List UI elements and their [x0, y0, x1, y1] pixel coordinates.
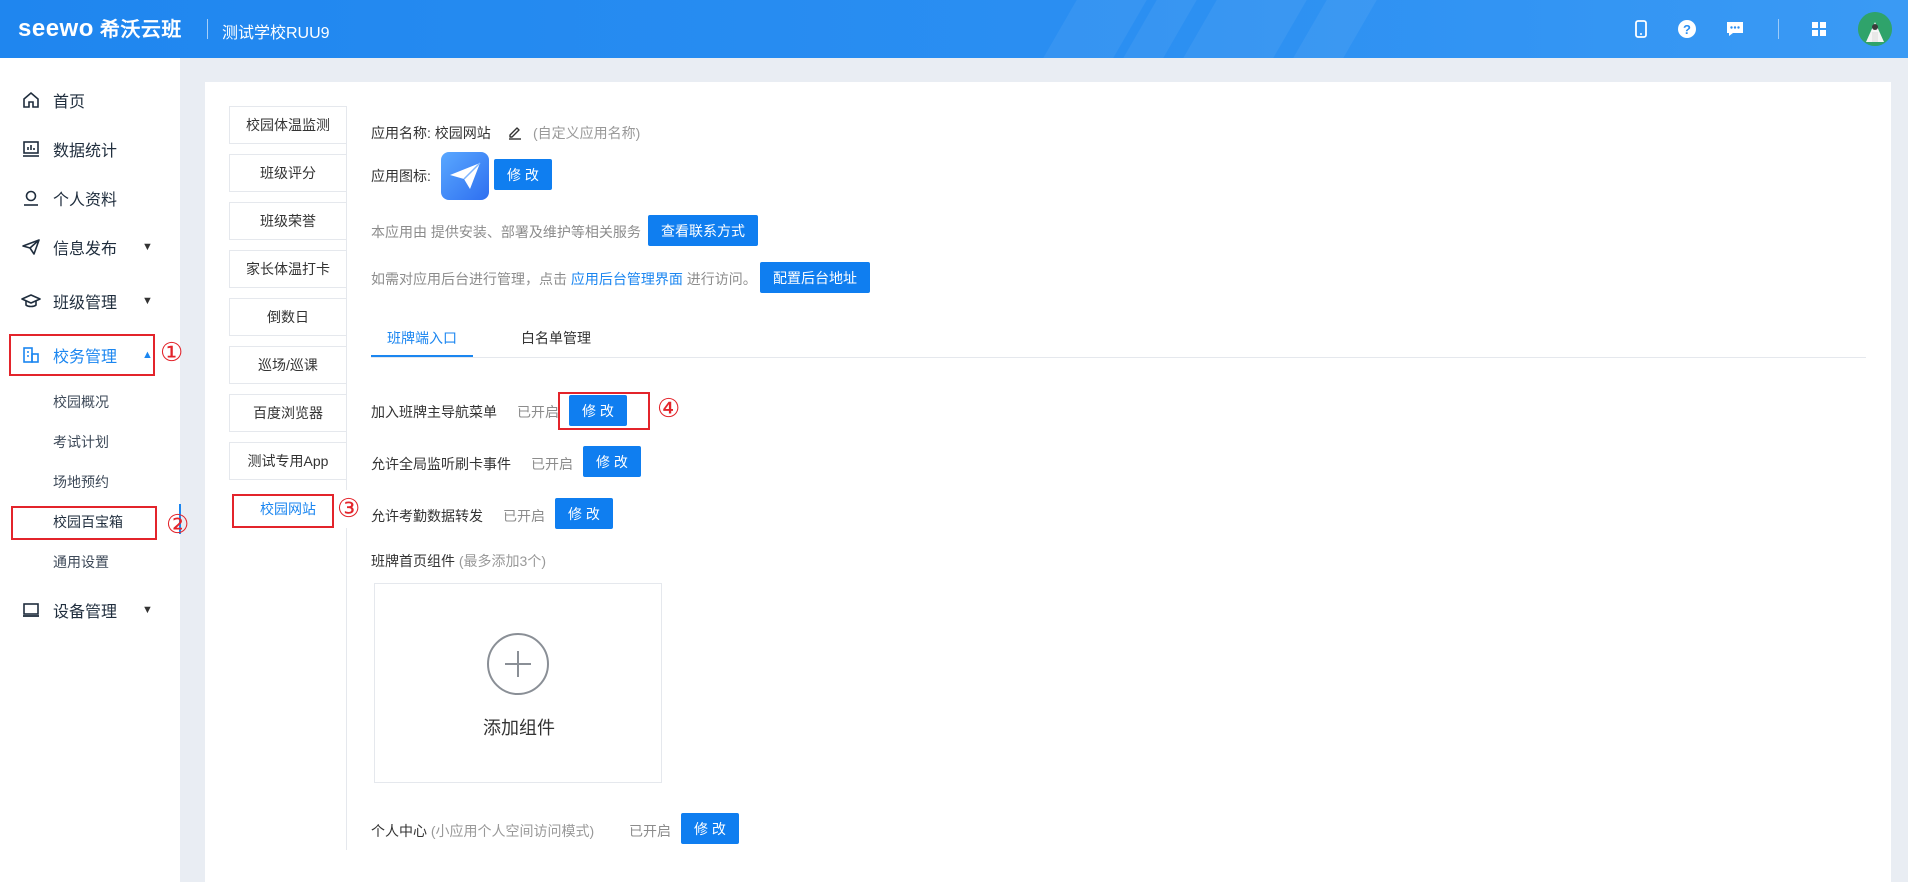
- svg-text:?: ?: [1683, 22, 1691, 37]
- apps-grid-icon[interactable]: [1808, 18, 1830, 40]
- admin-text-prefix: 如需对应用后台进行管理，点击: [371, 271, 567, 287]
- app-name-label: 应用名称:: [371, 125, 431, 141]
- chart-icon: [21, 139, 41, 159]
- components-row: 班牌首页组件 (最多添加3个): [371, 551, 546, 571]
- annotation-number-2: ②: [166, 510, 190, 540]
- app-tab-class-honor[interactable]: 班级荣誉: [229, 202, 347, 240]
- brand-name-cn: 希沃云班: [99, 19, 182, 41]
- sidebar-item-label: 设备管理: [53, 604, 118, 621]
- sidebar-item-publish[interactable]: 信息发布 ▼: [0, 227, 180, 267]
- sidebar-item-label: 个人资料: [53, 192, 118, 209]
- brand-name-en: seewo: [18, 15, 94, 42]
- sidebar-item-label: 班级管理: [53, 295, 118, 312]
- user-icon: [21, 188, 41, 208]
- sidebar-item-profile[interactable]: 个人资料: [0, 178, 180, 218]
- app-name-value: 校园网站: [434, 125, 491, 141]
- app-icon-label: 应用图标:: [371, 168, 431, 184]
- annotation-number-3: ③: [337, 494, 361, 524]
- app-name-row: 应用名称: 校园网站: [371, 123, 491, 143]
- status-badge: 已开启: [517, 404, 559, 420]
- app-tab-temperature-monitor[interactable]: 校园体温监测: [229, 106, 347, 144]
- header-divider: [207, 19, 208, 39]
- avatar[interactable]: [1858, 12, 1892, 46]
- status-badge: 已开启: [531, 456, 573, 472]
- modify-card-listen-button[interactable]: 修 改: [583, 446, 641, 477]
- monitor-icon: [21, 600, 41, 620]
- status-badge: 已开启: [629, 823, 671, 839]
- annotation-number-1: ①: [160, 338, 184, 368]
- pencil-icon[interactable]: [507, 124, 523, 140]
- admin-row: 如需对应用后台进行管理，点击 应用后台管理界面 进行访问。: [371, 269, 757, 289]
- annotation-number-4: ④: [657, 394, 681, 424]
- annotation-box-3: [232, 494, 334, 528]
- sidebar-item-home[interactable]: 首页: [0, 80, 180, 120]
- components-hint: (最多添加3个): [458, 553, 547, 569]
- status-badge: 已开启: [503, 508, 545, 524]
- message-icon[interactable]: [1724, 18, 1746, 40]
- tab-board-entry[interactable]: 班牌端入口: [387, 328, 457, 348]
- paper-plane-icon: [441, 152, 489, 200]
- setting-label-attendance-forward: 允许考勤数据转发: [371, 508, 483, 524]
- modify-personal-center-button[interactable]: 修 改: [681, 813, 739, 844]
- app-tab-baidu-browser[interactable]: 百度浏览器: [229, 394, 347, 432]
- add-component-label: 添加组件: [483, 718, 555, 738]
- app-tab-parent-temperature[interactable]: 家长体温打卡: [229, 250, 347, 288]
- tab-whitelist[interactable]: 白名单管理: [521, 328, 591, 348]
- sidebar-subitem-campus-overview[interactable]: 校园概况: [53, 392, 109, 412]
- school-name[interactable]: 测试学校RUU9: [222, 19, 330, 43]
- sidebar-subitem-general-settings[interactable]: 通用设置: [53, 552, 109, 572]
- help-icon[interactable]: ?: [1676, 18, 1698, 40]
- sidebar-item-label: 首页: [53, 94, 86, 111]
- sidebar-item-class-management[interactable]: 班级管理 ▼: [0, 281, 180, 321]
- sidebar-item-label: 数据统计: [53, 143, 118, 160]
- personal-center-hint: (小应用个人空间访问模式): [430, 823, 595, 839]
- app-name-hint: (自定义应用名称): [533, 125, 641, 141]
- components-label: 班牌首页组件: [371, 553, 455, 569]
- sidebar-subitem-exam-plan[interactable]: 考试计划: [53, 432, 109, 452]
- header-separator: [1778, 19, 1779, 39]
- setting-label-nav-menu: 加入班牌主导航菜单: [371, 404, 497, 420]
- modify-icon-button[interactable]: 修 改: [494, 159, 552, 190]
- configure-backend-button[interactable]: 配置后台地址: [760, 262, 870, 293]
- annotation-box-2: [11, 506, 157, 540]
- app-tab-test-app[interactable]: 测试专用App: [229, 442, 347, 480]
- sidebar-subitem-venue-booking[interactable]: 场地预约: [53, 472, 109, 492]
- chevron-down-icon: ▼: [142, 295, 153, 307]
- annotation-box-4: [558, 392, 650, 430]
- sidebar-item-device-management[interactable]: 设备管理 ▼: [0, 590, 180, 630]
- chevron-down-icon: ▼: [142, 241, 153, 253]
- setting-label-card-listen: 允许全局监听刷卡事件: [371, 456, 511, 472]
- admin-page-link[interactable]: 应用后台管理界面: [571, 271, 683, 287]
- app-tab-patrol[interactable]: 巡场/巡课: [229, 346, 347, 384]
- send-icon: [21, 237, 41, 257]
- annotation-box-1: [9, 334, 155, 376]
- graduation-cap-icon: [21, 291, 41, 311]
- phone-icon[interactable]: [1630, 18, 1652, 40]
- personal-center-row: 个人中心 (小应用个人空间访问模式): [371, 821, 594, 841]
- personal-center-label: 个人中心: [371, 823, 427, 839]
- app-tab-class-rating[interactable]: 班级评分: [229, 154, 347, 192]
- sidebar-item-label: 信息发布: [53, 241, 118, 258]
- app-tab-countdown[interactable]: 倒数日: [229, 298, 347, 336]
- view-contact-button[interactable]: 查看联系方式: [648, 215, 758, 246]
- chevron-down-icon: ▼: [142, 604, 153, 616]
- provider-text: 本应用由 提供安装、部署及维护等相关服务: [371, 224, 641, 240]
- modify-attendance-forward-button[interactable]: 修 改: [555, 498, 613, 529]
- home-icon: [21, 90, 41, 110]
- add-component-box[interactable]: 添加组件: [374, 583, 662, 783]
- top-header: seewo 希沃云班 测试学校RUU9 ?: [0, 0, 1908, 58]
- plus-icon: [487, 633, 549, 695]
- sidebar-item-statistics[interactable]: 数据统计: [0, 129, 180, 169]
- brand-logo[interactable]: seewo 希沃云班: [18, 13, 182, 43]
- admin-text-suffix: 进行访问。: [686, 271, 757, 287]
- tabs-baseline: [371, 357, 1866, 358]
